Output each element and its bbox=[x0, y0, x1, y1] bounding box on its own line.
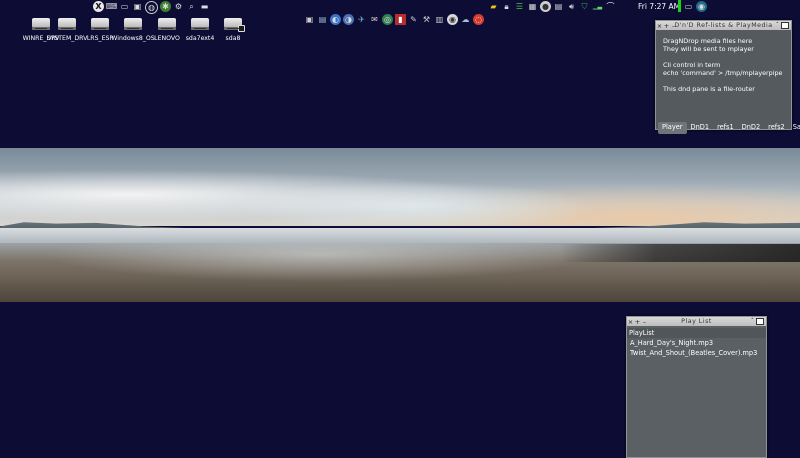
camera-icon[interactable]: ▣ bbox=[304, 14, 315, 25]
drive-sda8[interactable]: sda8 bbox=[204, 14, 262, 48]
wifi-bars-icon[interactable]: ▁▃ bbox=[592, 1, 603, 12]
dnd-line: This dnd pane is a file-router bbox=[663, 85, 755, 93]
sky bbox=[0, 148, 800, 226]
top-right-tray: ▰ 🔒︎ ☰ ▦ ● ▤ 🔊︎ ⛉ ▁▃ ⌒ bbox=[488, 1, 616, 13]
gear-icon[interactable]: ✱ bbox=[160, 1, 171, 12]
folder-icon[interactable]: ▭ bbox=[119, 1, 130, 12]
dnd-line: echo 'command' > /tmp/mplayerpipe bbox=[663, 69, 783, 77]
beach-panorama-image bbox=[0, 148, 800, 302]
search-icon[interactable]: ⌕ bbox=[186, 1, 197, 12]
window-title: Play List bbox=[681, 318, 712, 325]
x-logo-icon[interactable]: X bbox=[93, 1, 104, 12]
external-drive-icon bbox=[224, 18, 245, 32]
calculator-icon[interactable]: ▥ bbox=[434, 14, 445, 25]
disc-icon[interactable]: ● bbox=[540, 1, 551, 12]
monitor-icon[interactable]: ▣ bbox=[132, 1, 143, 12]
window-title: D'n'D Ref-lists & PlayMedia bbox=[674, 22, 773, 29]
dnd-tab-bar: Player DnD1 refs1 DnD2 refs2 Save bbox=[658, 122, 800, 134]
tools-icon[interactable]: ⚒ bbox=[421, 14, 432, 25]
signal-icon[interactable]: ⌒ bbox=[605, 1, 616, 12]
firefox-icon[interactable]: ◑ bbox=[343, 14, 354, 25]
drive-icon[interactable]: ▬ bbox=[199, 1, 210, 12]
top-right-extra-tray: ▭ ◉ bbox=[683, 1, 707, 13]
playlist-header: PlayList bbox=[627, 328, 766, 338]
settings-icon[interactable]: ⚙ bbox=[173, 1, 184, 12]
shade-icon[interactable]: ˆ bbox=[776, 21, 779, 29]
network-icon[interactable]: ☰ bbox=[514, 1, 525, 12]
maximize-icon[interactable] bbox=[781, 22, 789, 29]
ubuntu-icon[interactable]: ◌ bbox=[473, 14, 484, 25]
dvd-icon[interactable]: ◉ bbox=[447, 14, 458, 25]
rocks bbox=[560, 244, 800, 262]
bird-icon[interactable]: ✈ bbox=[356, 14, 367, 25]
playlist-window: × + – Play List ˆ PlayList A_Hard_Day's_… bbox=[626, 316, 767, 458]
tab-dnd1[interactable]: DnD1 bbox=[687, 122, 714, 134]
shield-icon[interactable]: ⛉ bbox=[579, 1, 590, 12]
monitor-icon[interactable]: ▤ bbox=[317, 14, 328, 25]
dnd-window: × + – D'n'D Ref-lists & PlayMedia ˆ Drag… bbox=[655, 20, 800, 134]
tab-save[interactable]: Save bbox=[789, 122, 800, 134]
globe-icon[interactable]: ◍ bbox=[145, 1, 158, 14]
maximize-icon[interactable] bbox=[756, 318, 764, 325]
dnd-line: They will be sent to mplayer bbox=[663, 45, 754, 53]
shade-icon[interactable]: ˆ bbox=[751, 317, 754, 325]
chat-icon[interactable]: ▤ bbox=[553, 1, 564, 12]
keyboard-icon[interactable]: ⌨ bbox=[106, 1, 118, 12]
folder-yellow-icon[interactable]: ▰ bbox=[488, 1, 499, 12]
cloud-icon[interactable]: ☁ bbox=[460, 14, 471, 25]
network-tray-icon[interactable]: ◉ bbox=[696, 1, 707, 12]
list-item[interactable]: Twist_And_Shout_(Beatles_Cover).mp3 bbox=[630, 348, 757, 358]
terminal-globe-icon[interactable]: ◎ bbox=[382, 14, 393, 25]
tab-player[interactable]: Player bbox=[658, 122, 687, 134]
clock-indicator bbox=[678, 0, 681, 12]
dnd-pane[interactable]: DragNDrop media files here They will be … bbox=[656, 30, 800, 134]
tab-refs1[interactable]: refs1 bbox=[713, 122, 738, 134]
list-item[interactable]: A_Hard_Day's_Night.mp3 bbox=[630, 338, 713, 348]
tab-dnd2[interactable]: DnD2 bbox=[738, 122, 765, 134]
volume-icon[interactable]: 🔊︎ bbox=[566, 1, 577, 12]
keyboard-tray-icon[interactable]: ▭ bbox=[683, 1, 694, 12]
mixer-icon[interactable]: ▦ bbox=[527, 1, 538, 12]
mail-icon[interactable]: ✉ bbox=[369, 14, 380, 25]
dnd-titlebar[interactable]: × + – D'n'D Ref-lists & PlayMedia ˆ bbox=[656, 21, 791, 30]
top-left-tray: X ⌨ ▭ ▣ ◍ ✱ ⚙ ⌕ ▬ bbox=[93, 1, 210, 14]
browser-icon[interactable]: ◐ bbox=[330, 14, 341, 25]
pdf-icon[interactable]: ▮ bbox=[395, 14, 406, 25]
clock[interactable]: Fri 7:27 AM bbox=[638, 1, 680, 12]
app-launcher: ▣ ▤ ◐ ◑ ✈ ✉ ◎ ▮ ✎ ⚒ ▥ ◉ ☁ ◌ bbox=[304, 14, 484, 26]
drive-label: sda8 bbox=[225, 35, 241, 42]
vector-icon[interactable]: ✎ bbox=[408, 14, 419, 25]
lock-icon[interactable]: 🔒︎ bbox=[501, 1, 512, 12]
playlist-titlebar[interactable]: × + – Play List ˆ bbox=[627, 317, 766, 326]
tab-refs2[interactable]: refs2 bbox=[764, 122, 789, 134]
